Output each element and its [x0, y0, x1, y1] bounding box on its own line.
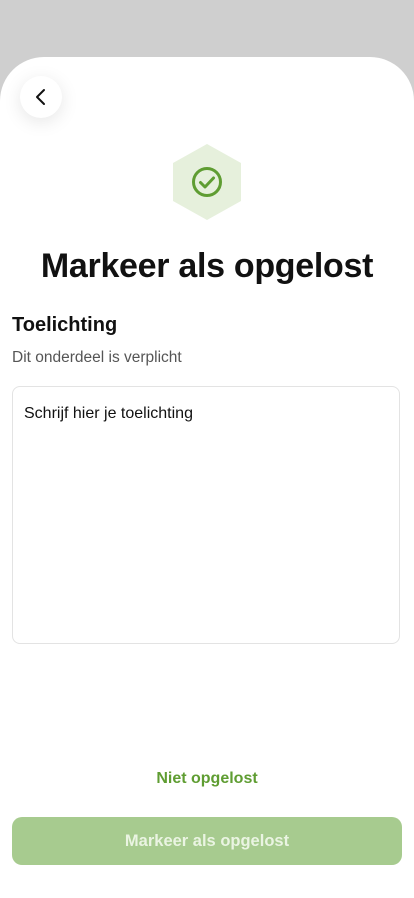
explanation-textarea[interactable]	[12, 386, 400, 644]
page-title: Markeer als opgelost	[40, 247, 374, 285]
status-hexagon	[172, 143, 242, 221]
mark-resolved-button[interactable]: Markeer als opgelost	[12, 817, 402, 865]
explanation-required-hint: Dit onderdeel is verplicht	[12, 349, 182, 366]
back-button[interactable]	[20, 76, 62, 118]
explanation-label: Toelichting	[12, 314, 118, 336]
chevron-left-icon	[36, 89, 45, 105]
bottom-sheet: Markeer als opgelost Toelichting Dit ond…	[0, 57, 414, 898]
not-resolved-button[interactable]: Niet opgelost	[0, 766, 414, 792]
